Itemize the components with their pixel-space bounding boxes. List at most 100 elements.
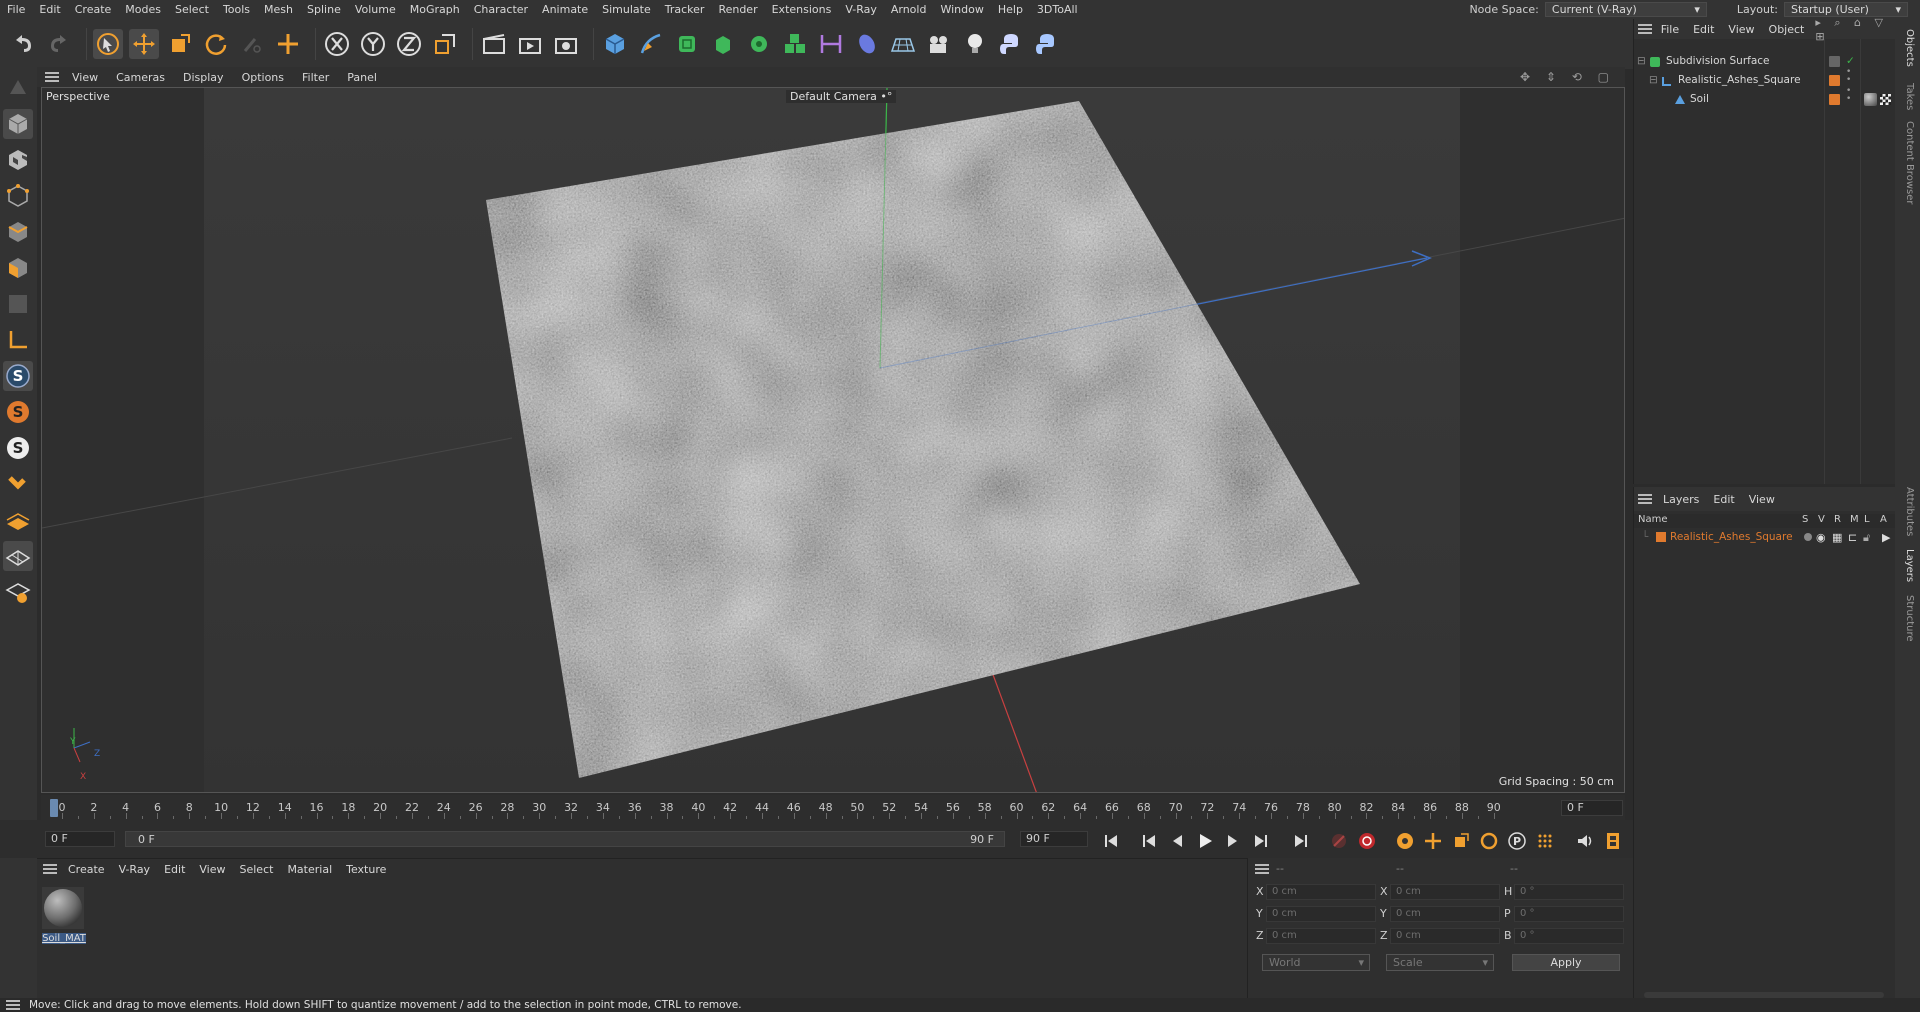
light-button[interactable] (960, 29, 990, 59)
go-to-start-button[interactable] (1100, 830, 1122, 852)
tab-attributes[interactable]: Attributes (1904, 487, 1915, 536)
polygons-mode-button[interactable] (3, 253, 33, 283)
size-y-field[interactable]: 0 cm (1390, 906, 1500, 922)
menu-3dtoall[interactable]: 3DToAll (1030, 0, 1085, 19)
visibility-dots-icon[interactable]: • • (1846, 68, 1851, 85)
coordinate-system-button[interactable] (430, 29, 460, 59)
material-menu-material[interactable]: Material (280, 863, 339, 876)
cloner-button[interactable] (744, 29, 774, 59)
model-mode-button[interactable] (3, 109, 33, 139)
axis-mode-button[interactable] (3, 325, 33, 355)
object-row-soil[interactable]: Soil • • (1634, 87, 1896, 109)
viewport-hamburger-icon[interactable] (45, 72, 59, 82)
subdivision-surface-button[interactable] (672, 29, 702, 59)
material-tag-icon[interactable] (1864, 93, 1877, 106)
menu-mograph[interactable]: MoGraph (403, 0, 467, 19)
render-to-picture-viewer-button[interactable] (515, 29, 545, 59)
material-menu-texture[interactable]: Texture (339, 863, 393, 876)
python-script-2-button[interactable] (1032, 29, 1062, 59)
viewport-menu-options[interactable]: Options (233, 71, 293, 84)
menu-simulate[interactable]: Simulate (595, 0, 658, 19)
menu-window[interactable]: Window (933, 0, 990, 19)
rotation-key-button[interactable] (1478, 830, 1500, 852)
field-button[interactable] (852, 29, 882, 59)
z-axis-lock-button[interactable] (394, 29, 424, 59)
tab-layers[interactable]: Layers (1904, 549, 1915, 582)
tab-takes[interactable]: Takes (1904, 83, 1915, 110)
parameter-key-button[interactable]: P (1506, 830, 1528, 852)
locked-workplane-button[interactable] (3, 541, 33, 571)
layer-menu-view[interactable]: View (1742, 493, 1782, 506)
viewport-menu-cameras[interactable]: Cameras (107, 71, 174, 84)
layer-render-icon[interactable]: ▦ (1832, 529, 1842, 546)
menu-tracker[interactable]: Tracker (658, 0, 712, 19)
camera-button[interactable] (924, 29, 954, 59)
snap-settings-button[interactable]: S (3, 397, 33, 427)
size-x-field[interactable]: 0 cm (1390, 884, 1500, 900)
menu-modes[interactable]: Modes (118, 0, 168, 19)
position-key-button[interactable] (1422, 830, 1444, 852)
tab-structure[interactable]: Structure (1904, 595, 1915, 642)
status-hamburger-icon[interactable] (6, 1000, 20, 1010)
visibility-dots-icon[interactable]: • • (1846, 87, 1851, 104)
menu-help[interactable]: Help (991, 0, 1030, 19)
menu-extensions[interactable]: Extensions (765, 0, 839, 19)
record-active-button[interactable] (1328, 830, 1350, 852)
rotation-b-field[interactable]: 0 ° (1514, 928, 1624, 944)
object-menu-object[interactable]: Object (1762, 23, 1812, 36)
layer-color-tag[interactable] (1829, 75, 1840, 86)
menu-arnold[interactable]: Arnold (884, 0, 934, 19)
deformer-button[interactable] (816, 29, 846, 59)
x-axis-lock-button[interactable] (322, 29, 352, 59)
point-level-animation-button[interactable] (1534, 830, 1556, 852)
layer-visible-eye-icon[interactable]: ◉ (1816, 529, 1826, 546)
node-space-dropdown[interactable]: Current (V-Ray) ▾ (1544, 2, 1707, 17)
object-row-subdivision-surface[interactable]: ⊟ Subdivision Surface ✓ (1634, 52, 1896, 71)
python-script-button[interactable] (996, 29, 1026, 59)
viewport-nav-icons[interactable]: ✥ ⇕ ⟲ ▢ (1520, 70, 1615, 84)
timeline-window-button[interactable] (1602, 830, 1624, 852)
go-to-end-button[interactable] (1290, 830, 1312, 852)
menu-volume[interactable]: Volume (348, 0, 403, 19)
range-slider[interactable]: 0 F 90 F (125, 831, 1005, 847)
layer-menu-layers[interactable]: Layers (1656, 493, 1706, 506)
cube-button[interactable] (600, 29, 630, 59)
recent-tools-button[interactable] (237, 29, 267, 59)
layer-color-tag[interactable] (1829, 94, 1840, 105)
render-settings-button[interactable] (551, 29, 581, 59)
texture-mode-button[interactable] (3, 145, 33, 175)
viewport-menu-panel[interactable]: Panel (338, 71, 386, 84)
menu-mesh[interactable]: Mesh (257, 0, 300, 19)
menu-select[interactable]: Select (168, 0, 216, 19)
material-menu-view[interactable]: View (192, 863, 232, 876)
layer-color-swatch[interactable] (1656, 532, 1666, 542)
position-z-field[interactable]: 0 cm (1266, 928, 1376, 944)
timeline-ruler[interactable]: 0 2 4 6 8 10 12 14 16 18 20 22 24 26 28 30 32 34 36 38 40 42 4… (41, 795, 1625, 820)
redo-button[interactable] (44, 29, 74, 59)
size-z-field[interactable]: 0 cm (1390, 928, 1500, 944)
uvw-tag-icon[interactable] (1880, 94, 1891, 105)
object-hamburger-icon[interactable] (1638, 24, 1652, 34)
size-mode-dropdown[interactable]: Scale ▾ (1386, 954, 1494, 971)
layer-name[interactable]: Realistic_Ashes_Square (1670, 529, 1793, 546)
render-view-button[interactable] (479, 29, 509, 59)
play-button[interactable] (1194, 830, 1216, 852)
menu-animate[interactable]: Animate (535, 0, 595, 19)
perspective-viewport[interactable]: Perspective Default Camera •° Grid Spaci… (41, 87, 1625, 793)
coords-hamburger-icon[interactable] (1255, 864, 1269, 874)
object-manager-tools[interactable]: ▸ ⌕ ⌂ ▽ ⊞ (1815, 16, 1895, 43)
material-menu-edit[interactable]: Edit (157, 863, 192, 876)
end-frame-field[interactable]: 90 F (1020, 831, 1088, 847)
next-key-button[interactable] (1250, 830, 1272, 852)
layer-menu-edit[interactable]: Edit (1706, 493, 1741, 506)
layer-lock-icon[interactable]: 🔓︎ (1863, 529, 1870, 546)
keyframe-selection-button[interactable] (1394, 830, 1416, 852)
coordinate-mode-dropdown[interactable]: World ▾ (1262, 954, 1370, 971)
rotate-tool-button[interactable] (201, 29, 231, 59)
material-menu-create[interactable]: Create (61, 863, 112, 876)
layer-hamburger-icon[interactable] (1638, 494, 1652, 504)
autokey-button[interactable] (1356, 830, 1378, 852)
previous-frame-button[interactable] (1166, 830, 1188, 852)
layer-row[interactable]: └ Realistic_Ashes_Square ◉ ▦ ⊏ 🔓︎ ▶ (1634, 529, 1896, 546)
y-axis-lock-button[interactable] (358, 29, 388, 59)
